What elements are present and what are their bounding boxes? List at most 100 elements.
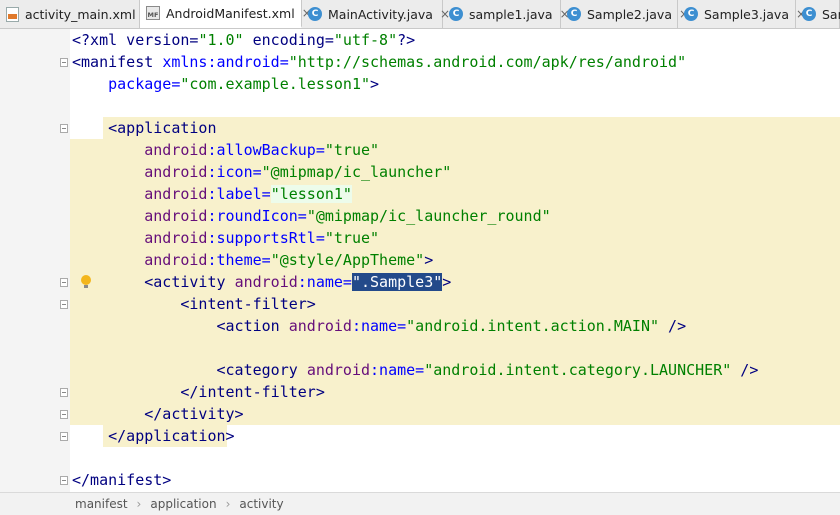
code-line[interactable]: </activity> [72, 403, 244, 425]
tab-label: Sample3.java [704, 6, 789, 22]
code-token: :name= [370, 361, 425, 379]
code-token: "com.example.lesson1" [180, 75, 371, 93]
code-token: <manifest [72, 53, 163, 71]
code-line[interactable]: android:roundIcon="@mipmap/ic_launcher_r… [72, 205, 550, 227]
xml-file-icon [6, 6, 19, 22]
code-token: package= [72, 75, 181, 93]
code-token: /> [731, 361, 759, 379]
java-class-icon: C [308, 7, 322, 21]
code-line[interactable]: android:icon="@mipmap/ic_launcher" [72, 161, 451, 183]
tab-sample1-java[interactable]: Csample1.java × [443, 0, 570, 28]
tab-label: Sam [822, 6, 840, 22]
code-token: android [144, 185, 208, 203]
java-class-icon: C [449, 7, 463, 21]
fold-marker-icon[interactable] [60, 278, 68, 287]
breadcrumb-separator-icon: › [225, 497, 231, 511]
tab-label: MainActivity.java [328, 6, 433, 22]
code-token: "true" [324, 141, 380, 159]
tab-sample3-java[interactable]: CSample3.java× [678, 0, 806, 28]
fold-marker-icon[interactable] [60, 432, 68, 441]
code-token: "@style/AppTheme" [270, 251, 425, 269]
code-token: android [306, 361, 371, 379]
code-token: <activity [72, 273, 235, 291]
fold-marker-icon[interactable] [60, 124, 68, 133]
code-token: "android.intent.category.LAUNCHER" [424, 361, 732, 379]
code-token: :label= [207, 185, 271, 203]
editor-gutter[interactable] [0, 29, 70, 492]
code-line[interactable]: <?xml version="1.0" encoding="utf-8"?> [72, 29, 415, 51]
code-token: :name= [351, 317, 407, 335]
code-token: android [144, 141, 208, 159]
code-token: xmlns:android= [162, 53, 289, 71]
fold-marker-icon[interactable] [60, 388, 68, 397]
breadcrumb-item-activity[interactable]: activity [239, 497, 283, 511]
code-token: "1.0" [198, 31, 244, 49]
tab-mainactivity-java[interactable]: C MainActivity.java × [302, 0, 450, 28]
tab-label: activity_main.xml [25, 6, 136, 22]
selected-text: ".Sample3" [351, 273, 443, 291]
code-token: android [144, 229, 208, 247]
code-line[interactable]: <intent-filter> [72, 293, 315, 315]
code-line[interactable]: <application [72, 117, 217, 139]
code-line[interactable]: android:label="lesson1" [72, 183, 352, 205]
code-line[interactable]: <activity android:name=".Sample3"> [72, 271, 451, 293]
java-class-icon: C [567, 7, 581, 21]
code-line[interactable]: <category android:name="android.intent.c… [72, 359, 758, 381]
code-line[interactable]: <manifest xmlns:android="http://schemas.… [72, 51, 686, 73]
editor-tab-bar: activity_main.xml×MFAndroidManifest.xml×… [0, 0, 840, 29]
code-line[interactable]: package="com.example.lesson1"> [72, 73, 379, 95]
tab-label: sample1.java [469, 6, 553, 22]
tab-activity-main-xml[interactable]: activity_main.xml× [0, 0, 153, 28]
code-token: android [234, 273, 298, 291]
code-token: <category [72, 361, 307, 379]
code-token: android [288, 317, 352, 335]
breadcrumb-item-application[interactable]: application [150, 497, 216, 511]
code-token: android [144, 207, 208, 225]
code-token: :name= [297, 273, 352, 291]
code-token: :icon= [207, 163, 262, 181]
code-token: android [144, 163, 208, 181]
code-line[interactable]: </application> [72, 425, 235, 447]
code-token: ?> [397, 31, 416, 49]
tab-androidmanifest-xml[interactable]: MF AndroidManifest.xml × [140, 0, 312, 28]
code-token: :allowBackup= [207, 141, 325, 159]
code-line[interactable]: android:theme="@style/AppTheme"> [72, 249, 433, 271]
code-token: :roundIcon= [207, 207, 307, 225]
code-token: "lesson1" [270, 185, 352, 203]
code-line[interactable]: android:allowBackup="true" [72, 139, 379, 161]
code-token: "true" [324, 229, 380, 247]
fold-marker-icon[interactable] [60, 300, 68, 309]
java-class-icon: C [802, 7, 816, 21]
code-token: > [424, 251, 434, 269]
fold-marker-icon[interactable] [60, 476, 68, 485]
tab-sam[interactable]: C Sam [796, 0, 840, 28]
code-token: encoding= [243, 31, 334, 49]
code-token: "@mipmap/ic_launcher" [261, 163, 452, 181]
breadcrumb-item-manifest[interactable]: manifest [75, 497, 128, 511]
code-line[interactable]: <action android:name="android.intent.act… [72, 315, 686, 337]
code-token: </application> [72, 427, 235, 445]
tab-label: AndroidManifest.xml [166, 5, 295, 21]
code-line[interactable]: </intent-filter> [72, 381, 325, 403]
code-token: > [442, 273, 452, 291]
code-line[interactable]: </manifest> [72, 469, 171, 491]
code-token: android [144, 251, 208, 269]
code-token: <?xml version= [72, 31, 199, 49]
breadcrumb: manifest › application › activity [0, 492, 840, 515]
java-class-icon: C [684, 7, 698, 21]
fold-marker-icon[interactable] [60, 58, 68, 67]
code-token: </activity> [72, 405, 244, 423]
code-token: > [370, 75, 380, 93]
breadcrumb-separator-icon: › [136, 497, 142, 511]
code-token: <application [72, 119, 217, 137]
manifest-file-icon: MF [146, 6, 160, 20]
code-line[interactable]: android:supportsRtl="true" [72, 227, 379, 249]
tab-sample2-java[interactable]: CSample2.java× [561, 0, 689, 28]
tab-label: Sample2.java [587, 6, 672, 22]
fold-marker-icon[interactable] [60, 410, 68, 419]
